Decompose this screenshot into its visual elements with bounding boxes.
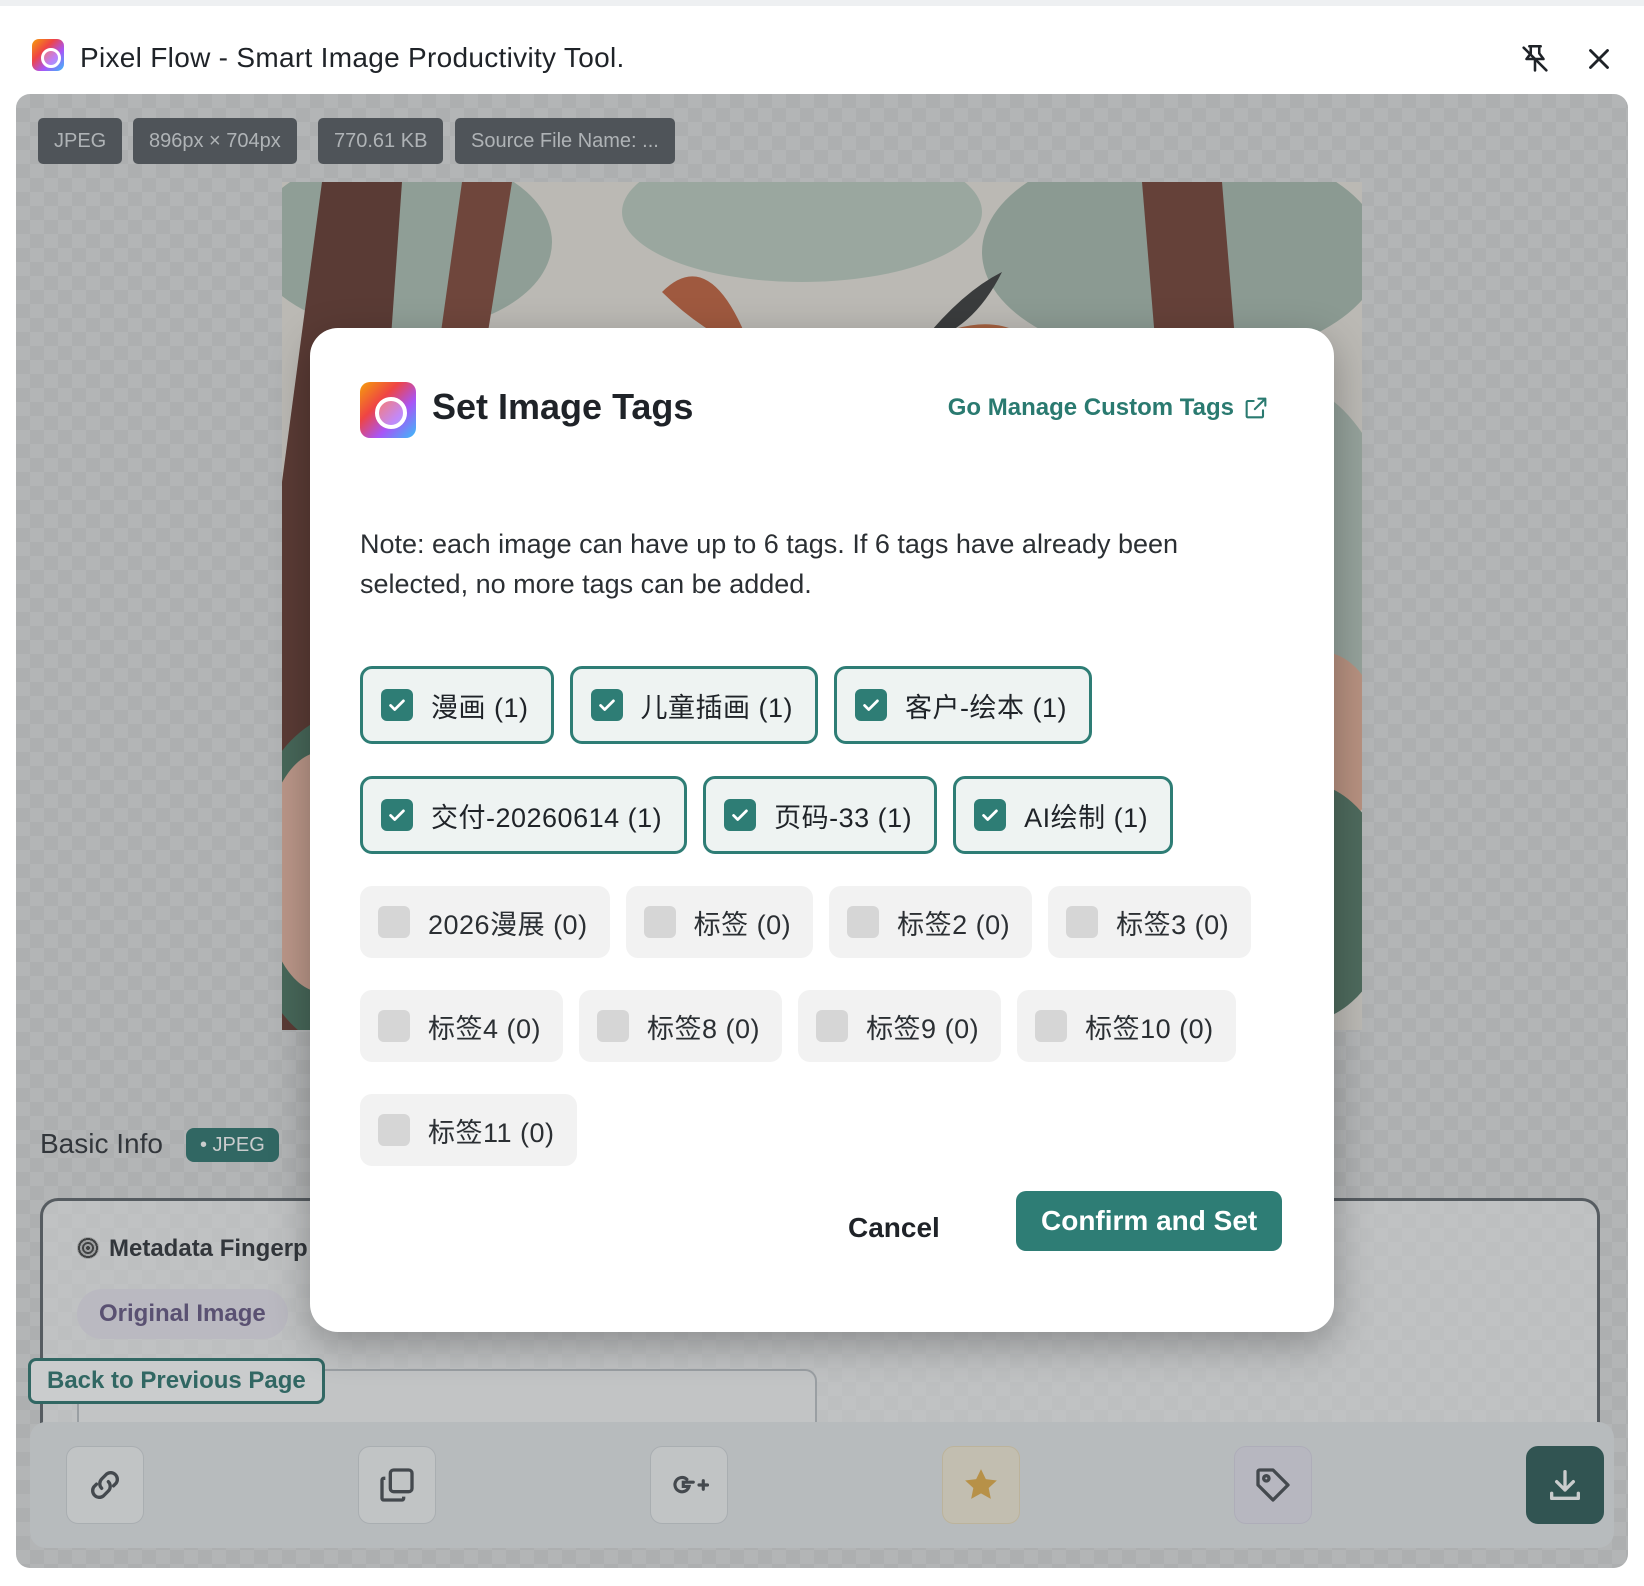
tag-label: 儿童插画 (1) [640, 692, 793, 723]
checkbox-checked-icon [724, 799, 757, 831]
tag-option[interactable]: 漫画 (1) [360, 666, 554, 744]
checkbox-checked-icon [590, 689, 623, 721]
tag-option[interactable]: 标签11 (0) [360, 1094, 577, 1166]
tag-label: 标签11 (0) [428, 1117, 555, 1148]
checkbox-unchecked-icon [378, 906, 410, 938]
tag-option[interactable]: 客户-绘本 (1) [834, 666, 1092, 744]
close-icon[interactable] [1582, 42, 1616, 76]
tag-label: 标签3 (0) [1116, 909, 1230, 940]
confirm-and-set-button[interactable]: Confirm and Set [1016, 1191, 1283, 1251]
checkbox-checked-icon [381, 799, 413, 831]
tag-label: 页码-33 (1) [774, 802, 913, 833]
tag-option[interactable]: 标签4 (0) [360, 990, 564, 1062]
manage-link-label: Go Manage Custom Tags [947, 394, 1234, 421]
tag-label: 交付-20260614 (1) [431, 802, 663, 833]
set-image-tags-dialog: Set Image Tags Go Manage Custom Tags Not… [310, 328, 1334, 1332]
tag-label: 客户-绘本 (1) [905, 692, 1067, 723]
tag-option[interactable]: 标签9 (0) [798, 990, 1002, 1062]
checkbox-checked-icon [381, 689, 413, 721]
checkbox-unchecked-icon [597, 1010, 630, 1042]
go-manage-custom-tags-link[interactable]: Go Manage Custom Tags [948, 394, 1270, 422]
checkbox-checked-icon [974, 799, 1007, 831]
tag-label: 标签10 (0) [1085, 1013, 1214, 1044]
tag-option[interactable]: 页码-33 (1) [703, 776, 938, 854]
tag-limit-note: Note: each image can have up to 6 tags. … [360, 529, 1179, 599]
checkbox-unchecked-icon [643, 906, 676, 938]
checkbox-unchecked-icon [378, 1114, 410, 1146]
tag-label: 2026漫展 (0) [428, 909, 588, 940]
tag-option[interactable]: 标签 (0) [625, 886, 814, 958]
cancel-button[interactable]: Cancel [830, 1198, 958, 1258]
dialog-logo-icon [360, 382, 416, 438]
tag-label: 标签4 (0) [428, 1013, 542, 1044]
checkbox-unchecked-icon [378, 1010, 410, 1042]
checkbox-unchecked-icon [847, 906, 880, 938]
tag-list: 漫画 (1) 儿童插画 (1) 客户-绘本 (1) 交付-20260614 (1) 页码… [360, 666, 1280, 1166]
title-bar: Pixel Flow - Smart Image Productivity To… [0, 6, 1644, 94]
window-title: Pixel Flow - Smart Image Productivity To… [80, 42, 625, 73]
tag-option[interactable]: 标签3 (0) [1048, 886, 1252, 958]
dialog-title: Set Image Tags [432, 386, 694, 427]
tag-option[interactable]: 儿童插画 (1) [569, 666, 818, 744]
tag-option[interactable]: 2026漫展 (0) [360, 886, 610, 958]
tag-label: 标签2 (0) [897, 909, 1011, 940]
tag-label: 漫画 (1) [431, 692, 529, 723]
tag-option[interactable]: AI绘制 (1) [953, 776, 1174, 854]
checkbox-unchecked-icon [816, 1010, 849, 1042]
checkbox-unchecked-icon [1066, 906, 1099, 938]
checkbox-unchecked-icon [1035, 1010, 1068, 1042]
tag-option[interactable]: 交付-20260614 (1) [360, 776, 688, 854]
tag-label: AI绘制 (1) [1024, 802, 1149, 833]
external-link-icon [1245, 397, 1267, 419]
unpin-icon[interactable] [1518, 42, 1552, 76]
tag-option[interactable]: 标签2 (0) [829, 886, 1033, 958]
tag-label: 标签8 (0) [647, 1013, 761, 1044]
tag-option[interactable]: 标签10 (0) [1017, 990, 1236, 1062]
checkbox-checked-icon [855, 689, 887, 721]
tag-label: 标签 (0) [693, 909, 792, 940]
tag-option[interactable]: 标签8 (0) [579, 990, 783, 1062]
tag-label: 标签9 (0) [866, 1013, 980, 1044]
app-logo-icon [32, 39, 64, 71]
